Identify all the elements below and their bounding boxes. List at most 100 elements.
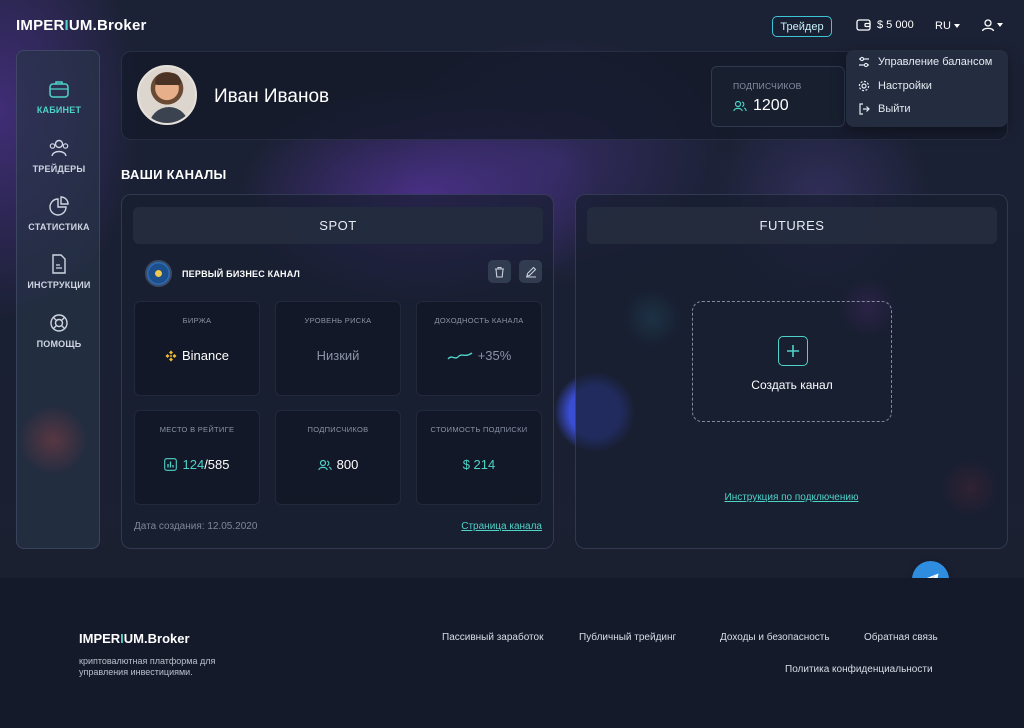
user-dropdown: Управление балансом Настройки Выйти — [846, 50, 1008, 127]
menu-item-logout[interactable]: Выйти — [858, 103, 911, 115]
stat-title: ДОХОДНОСТЬ КАНАЛА — [434, 316, 524, 325]
spot-panel-header: SPOT — [133, 207, 543, 244]
lifebuoy-icon — [50, 314, 68, 332]
futures-panel: FUTURES Создать канал Инструкция по подк… — [575, 194, 1008, 549]
logo[interactable]: IMPERIUM.Broker — [16, 17, 147, 34]
channel-name: ПЕРВЫЙ БИЗНЕС КАНАЛ — [182, 268, 301, 279]
edit-channel-button[interactable] — [519, 260, 542, 283]
subscribers-title: ПОДПИСЧИКОВ — [733, 81, 802, 91]
stat-title: СТОИМОСТЬ ПОДПИСКИ — [430, 425, 528, 434]
footer: IMPERIUM.Broker криптовалютная платформа… — [0, 578, 1024, 728]
footer-link-privacy[interactable]: Политика конфиденциальности — [785, 664, 933, 675]
stat-value: +35% — [477, 348, 512, 363]
subscribers-card: ПОДПИСЧИКОВ 1200 — [711, 66, 845, 127]
logo-text: IMPER — [16, 17, 65, 34]
channel-header[interactable]: ПЕРВЫЙ БИЗНЕС КАНАЛ — [145, 260, 300, 287]
briefcase-icon — [49, 81, 69, 98]
sidebar-item-cabinet[interactable]: КАБИНЕТ — [17, 79, 101, 115]
sidebar-item-label: ТРЕЙДЕРЫ — [32, 164, 86, 174]
language-value: RU — [935, 20, 951, 32]
logo-text-rest: UM — [68, 17, 93, 34]
language-select[interactable]: RU — [935, 20, 960, 32]
stat-title: БИРЖА — [182, 316, 212, 325]
binance-icon — [165, 350, 177, 361]
footer-link-income-security[interactable]: Доходы и безопасность — [720, 632, 830, 643]
delete-channel-button[interactable] — [488, 260, 511, 283]
stat-title: УРОВЕНЬ РИСКА — [304, 316, 372, 325]
create-channel-label: Создать канал — [751, 378, 833, 392]
logo-text-rest: UM — [123, 631, 145, 646]
stat-title: ПОДПИСЧИКОВ — [307, 425, 369, 434]
stat-value-row: +35% — [417, 348, 541, 363]
sidebar-item-statistics[interactable]: СТАТИСТИКА — [17, 196, 101, 232]
sidebar-item-label: СТАТИСТИКА — [28, 222, 90, 232]
sidebar: КАБИНЕТ ТРЕЙДЕРЫ СТАТИСТИКА ИНСТРУКЦИИ П… — [16, 50, 100, 549]
instruction-link[interactable]: Инструкция по подключению — [576, 492, 1007, 503]
channel-avatar — [145, 260, 172, 287]
menu-item-balance[interactable]: Управление балансом — [858, 56, 992, 68]
footer-logo[interactable]: IMPERIUM.Broker — [79, 631, 190, 646]
menu-item-settings[interactable]: Настройки — [858, 80, 932, 92]
sidebar-item-label: ПОМОЩЬ — [36, 339, 82, 349]
trash-icon — [495, 266, 504, 278]
avatar[interactable] — [137, 65, 197, 125]
app-background: IMPERIUM.Broker Трейдер $ 5 000 RU КАБИН… — [0, 0, 1024, 578]
chevron-down-icon — [997, 23, 1003, 27]
stat-value: $ 214 — [462, 457, 496, 472]
wallet-icon — [856, 19, 871, 31]
users-icon — [49, 139, 69, 157]
avatar-hair — [155, 73, 181, 85]
users-icon — [733, 100, 747, 112]
stat-rank: МЕСТО В РЕЙТИГЕ 124/585 — [134, 410, 260, 505]
subscribers-value-row: 1200 — [733, 97, 789, 115]
stat-subscribers: ПОДПИСЧИКОВ 800 — [275, 410, 401, 505]
sidebar-item-traders[interactable]: ТРЕЙДЕРЫ — [17, 138, 101, 174]
stat-value-row: 800 — [276, 457, 400, 472]
trader-button[interactable]: Трейдер — [772, 16, 832, 37]
menu-item-label: Управление балансом — [878, 56, 993, 68]
user-menu[interactable] — [981, 18, 1003, 32]
logout-icon — [859, 103, 870, 115]
stat-risk: УРОВЕНЬ РИСКА Низкий — [275, 301, 401, 396]
logo-text: IMPER — [79, 631, 121, 646]
balance[interactable]: $ 5 000 — [856, 18, 914, 31]
channel-page-link[interactable]: Страница канала — [461, 521, 542, 532]
chevron-down-icon — [953, 24, 960, 28]
gear-icon — [858, 80, 870, 92]
rank-total: /585 — [204, 457, 230, 472]
stat-yield: ДОХОДНОСТЬ КАНАЛА +35% — [416, 301, 542, 396]
spot-panel: SPOT ПЕРВЫЙ БИЗНЕС КАНАЛ БИРЖА Binance У… — [121, 194, 554, 549]
balance-value: $ 5 000 — [877, 18, 914, 31]
document-icon — [52, 254, 66, 274]
stat-value: Низкий — [316, 348, 360, 363]
footer-link-feedback[interactable]: Обратная связь — [864, 632, 938, 643]
stat-value-row: 124/585 — [135, 457, 259, 472]
trend-sparkline-icon — [447, 351, 473, 359]
sidebar-item-instructions[interactable]: ИНСТРУКЦИИ — [17, 254, 101, 290]
user-icon — [981, 19, 995, 32]
sidebar-item-label: ИНСТРУКЦИИ — [27, 280, 91, 290]
sidebar-item-help[interactable]: ПОМОЩЬ — [17, 313, 101, 349]
menu-item-label: Настройки — [878, 80, 932, 92]
stat-value-row: Binance — [135, 348, 259, 363]
sliders-icon — [859, 56, 869, 68]
stat-title: МЕСТО В РЕЙТИГЕ — [159, 425, 235, 434]
stat-price: СТОИМОСТЬ ПОДПИСКИ $ 214 — [416, 410, 542, 505]
footer-link-passive[interactable]: Пассивный заработок — [442, 632, 543, 643]
pie-chart-icon — [49, 196, 69, 216]
footer-link-public-trading[interactable]: Публичный трейдинг — [579, 632, 676, 643]
sidebar-item-label: КАБИНЕТ — [36, 105, 82, 115]
futures-panel-header: FUTURES — [587, 207, 997, 244]
top-bar: IMPERIUM.Broker Трейдер $ 5 000 RU — [0, 0, 1024, 50]
profile-name: Иван Иванов — [214, 86, 330, 107]
stat-exchange: БИРЖА Binance — [134, 301, 260, 396]
avatar-shirt — [149, 107, 189, 123]
rank-position: 124 — [182, 457, 205, 472]
menu-item-label: Выйти — [878, 103, 911, 115]
plus-icon — [778, 336, 808, 366]
create-channel-button[interactable]: Создать канал — [692, 301, 892, 422]
logo-suffix: .Broker — [92, 17, 147, 34]
stat-value: 800 — [336, 457, 359, 472]
stat-value: 124/585 — [182, 457, 229, 472]
users-icon — [317, 459, 332, 470]
